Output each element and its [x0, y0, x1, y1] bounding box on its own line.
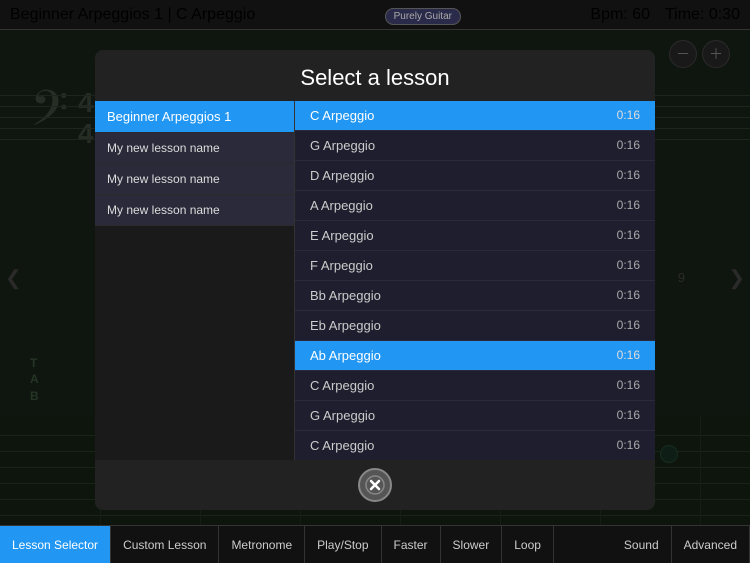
track-time-9: 0:16 [617, 378, 640, 393]
toolbar-spacer [554, 526, 612, 563]
faster-button[interactable]: Faster [382, 526, 441, 563]
loop-button[interactable]: Loop [502, 526, 554, 563]
lesson-item-0[interactable]: Beginner Arpeggios 1 [95, 101, 294, 133]
track-time-0: 0:16 [617, 108, 640, 123]
lesson-item-2[interactable]: My new lesson name [95, 164, 294, 195]
track-name-5: F Arpeggio [310, 258, 373, 273]
track-name-2: D Arpeggio [310, 168, 374, 183]
track-item-3[interactable]: A Arpeggio 0:16 [295, 191, 655, 221]
close-button-container [95, 460, 655, 510]
track-time-3: 0:16 [617, 198, 640, 213]
lesson-list[interactable]: Beginner Arpeggios 1My new lesson nameMy… [95, 101, 295, 460]
bpm-time: Bpm: 60 Time: 0:30 [590, 6, 740, 24]
track-name-1: G Arpeggio [310, 138, 375, 153]
track-name-6: Bb Arpeggio [310, 288, 381, 303]
titlebar: Beginner Arpeggios 1 | C Arpeggio Purely… [0, 0, 750, 30]
logo: Purely Guitar [385, 6, 461, 24]
play-stop-button[interactable]: Play/Stop [305, 526, 381, 563]
track-time-11: 0:16 [617, 438, 640, 453]
modal-title: Select a lesson [95, 50, 655, 101]
lesson-item-1[interactable]: My new lesson name [95, 133, 294, 164]
slower-button[interactable]: Slower [441, 526, 503, 563]
title-text: Beginner Arpeggios 1 | C Arpeggio [10, 6, 255, 24]
track-item-6[interactable]: Bb Arpeggio 0:16 [295, 281, 655, 311]
track-time-5: 0:16 [617, 258, 640, 273]
track-item-2[interactable]: D Arpeggio 0:16 [295, 161, 655, 191]
track-name-11: C Arpeggio [310, 438, 374, 453]
track-time-1: 0:16 [617, 138, 640, 153]
close-button[interactable] [358, 468, 392, 502]
modal-overlay: Select a lesson Beginner Arpeggios 1My n… [0, 30, 750, 525]
track-time-4: 0:16 [617, 228, 640, 243]
metronome-button[interactable]: Metronome [219, 526, 305, 563]
lesson-item-3[interactable]: My new lesson name [95, 195, 294, 226]
advanced-button[interactable]: Advanced [672, 526, 750, 563]
track-list[interactable]: C Arpeggio 0:16 G Arpeggio 0:16 D Arpeggio 0:… [295, 101, 655, 460]
track-time-2: 0:16 [617, 168, 640, 183]
custom-lesson-button[interactable]: Custom Lesson [111, 526, 219, 563]
track-time-10: 0:16 [617, 408, 640, 423]
track-name-3: A Arpeggio [310, 198, 373, 213]
track-item-0[interactable]: C Arpeggio 0:16 [295, 101, 655, 131]
lesson-selector-button[interactable]: Lesson Selector [0, 526, 111, 563]
toolbar: Lesson SelectorCustom LessonMetronomePla… [0, 525, 750, 563]
track-item-8[interactable]: Ab Arpeggio 0:16 [295, 341, 655, 371]
track-item-7[interactable]: Eb Arpeggio 0:16 [295, 311, 655, 341]
track-item-9[interactable]: C Arpeggio 0:16 [295, 371, 655, 401]
track-time-8: 0:16 [617, 348, 640, 363]
track-item-1[interactable]: G Arpeggio 0:16 [295, 131, 655, 161]
track-name-10: G Arpeggio [310, 408, 375, 423]
track-item-5[interactable]: F Arpeggio 0:16 [295, 251, 655, 281]
lesson-selector-modal: Select a lesson Beginner Arpeggios 1My n… [95, 50, 655, 510]
track-item-4[interactable]: E Arpeggio 0:16 [295, 221, 655, 251]
track-item-10[interactable]: G Arpeggio 0:16 [295, 401, 655, 431]
track-time-6: 0:16 [617, 288, 640, 303]
modal-content: Beginner Arpeggios 1My new lesson nameMy… [95, 101, 655, 460]
bpm-display: Bpm: 60 [590, 6, 650, 24]
sound-button[interactable]: Sound [612, 526, 672, 563]
track-name-9: C Arpeggio [310, 378, 374, 393]
track-time-7: 0:16 [617, 318, 640, 333]
track-item-11[interactable]: C Arpeggio 0:16 [295, 431, 655, 460]
track-name-7: Eb Arpeggio [310, 318, 381, 333]
track-name-0: C Arpeggio [310, 108, 374, 123]
track-name-8: Ab Arpeggio [310, 348, 381, 363]
time-display: Time: 0:30 [665, 6, 740, 24]
track-name-4: E Arpeggio [310, 228, 374, 243]
